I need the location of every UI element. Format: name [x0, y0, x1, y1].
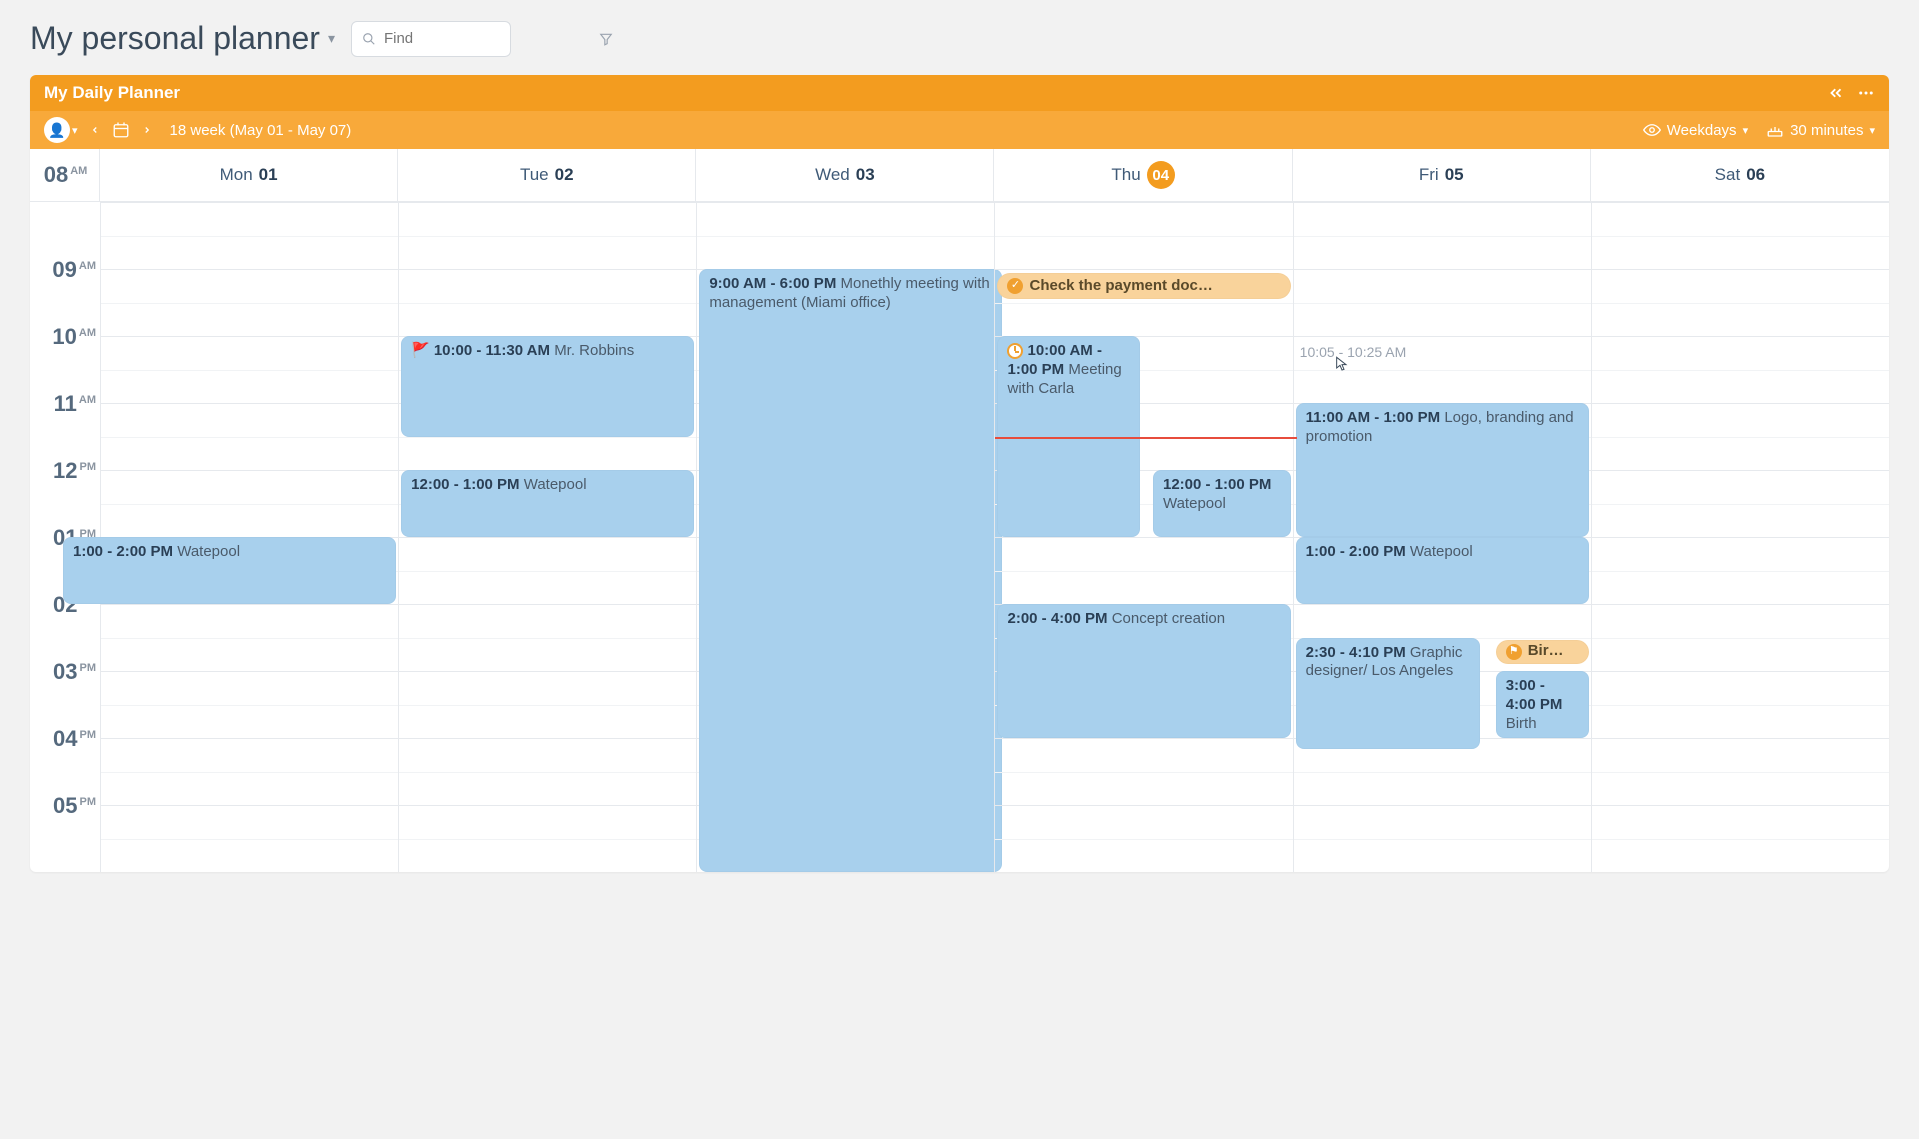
day-header-wed[interactable]: Wed 03: [696, 149, 994, 201]
prev-week-button[interactable]: [86, 123, 104, 137]
calendar-grid[interactable]: 09AM10AM11AM12PM01PM02PM03PM04PM05PM 1:0…: [30, 202, 1889, 872]
chevron-down-icon: ▾: [72, 124, 78, 137]
avatar: 👤: [44, 117, 70, 143]
event-fri-logo[interactable]: 11:00 AM - 1:00 PM Logo, branding and pr…: [1296, 403, 1589, 537]
day-col-fri[interactable]: 10:05 - 10:25 AM 11:00 AM - 1:00 PM Logo,…: [1293, 202, 1591, 872]
event-thu-concept[interactable]: 2:00 - 4:00 PM Concept creation: [997, 604, 1290, 738]
day-col-thu[interactable]: ✓Check the payment doc…10:00 AM - 1:00 P…: [994, 202, 1292, 872]
time-label: 09AM: [52, 257, 94, 283]
interval-label: 30 minutes: [1790, 122, 1863, 139]
time-label: 05PM: [53, 793, 94, 819]
day-header-tue[interactable]: Tue 02: [398, 149, 696, 201]
calendar-icon[interactable]: [112, 121, 130, 139]
time-label: 03PM: [53, 659, 94, 685]
event-fri-watepool[interactable]: 1:00 - 2:00 PM Watepool: [1296, 537, 1589, 604]
event-thu-check-payment[interactable]: ✓Check the payment doc…: [997, 273, 1290, 299]
check-icon: ✓: [1007, 278, 1023, 294]
more-icon[interactable]: [1857, 84, 1875, 102]
day-col-wed[interactable]: 9:00 AM - 6:00 PM Monethly meeting with …: [696, 202, 994, 872]
day-col-sat[interactable]: [1591, 202, 1889, 872]
chevron-down-icon: ▾: [1743, 124, 1749, 137]
search-icon: [362, 32, 376, 46]
filter-icon[interactable]: [599, 32, 613, 46]
page-title: My personal planner ▾: [30, 20, 335, 57]
day-header-mon[interactable]: Mon 01: [100, 149, 398, 201]
chevron-down-icon: ▾: [1869, 124, 1875, 137]
time-col-header: 08AM: [30, 149, 100, 201]
next-week-button[interactable]: [138, 123, 156, 137]
current-time-indicator: [995, 437, 1296, 439]
day-col-mon[interactable]: 1:00 - 2:00 PM Watepool: [100, 202, 398, 872]
clock-icon: [1007, 343, 1023, 359]
event-sat-birthday-pill[interactable]: ⚑Bir…: [1496, 640, 1589, 664]
event-fri-designer[interactable]: 2:30 - 4:10 PM Graphic designer/ Los Ang…: [1296, 638, 1480, 750]
day-header-sat[interactable]: Sat 06: [1591, 149, 1889, 201]
cursor-icon: [1334, 354, 1350, 370]
day-header-thu[interactable]: Thu 04: [994, 149, 1292, 201]
search-input[interactable]: [384, 30, 583, 47]
user-selector[interactable]: 👤 ▾: [44, 117, 78, 143]
day-col-tue[interactable]: 🚩10:00 - 11:30 AM Mr. Robbins 12:00 - 1:0…: [398, 202, 696, 872]
planner-panel: My Daily Planner 👤 ▾ 18 week: [30, 75, 1889, 872]
period-label: 18 week (May 01 - May 07): [170, 122, 352, 139]
find-box[interactable]: [351, 21, 511, 57]
drag-ghost-label: 10:05 - 10:25 AM: [1300, 344, 1407, 360]
time-label: 11AM: [54, 391, 94, 417]
page-title-text: My personal planner: [30, 20, 320, 57]
today-badge: 04: [1147, 161, 1175, 189]
panel-header: My Daily Planner: [30, 75, 1889, 111]
flag-icon: ⚑: [1506, 644, 1522, 660]
event-sat-birthday[interactable]: 3:00 - 4:00 PM Birth: [1496, 671, 1589, 738]
time-label: 10AM: [52, 324, 94, 350]
panel-title: My Daily Planner: [44, 83, 180, 103]
interval-selector[interactable]: 30 minutes ▾: [1766, 121, 1875, 139]
sub-header: 👤 ▾ 18 week (May 01 - May 07) Weekdays ▾: [30, 111, 1889, 149]
view-mode-selector[interactable]: Weekdays ▾: [1643, 121, 1748, 139]
event-mon-watepool[interactable]: 1:00 - 2:00 PM Watepool: [63, 537, 396, 604]
time-label: 04PM: [53, 726, 94, 752]
ruler-icon: [1766, 121, 1784, 139]
event-wed-meeting[interactable]: 9:00 AM - 6:00 PM Monethly meeting with …: [699, 269, 1002, 872]
view-mode-label: Weekdays: [1667, 122, 1737, 139]
flag-icon: 🚩: [411, 342, 430, 359]
time-label: 12PM: [53, 458, 94, 484]
event-tue-robbins[interactable]: 🚩10:00 - 11:30 AM Mr. Robbins: [401, 336, 694, 437]
event-tue-watepool[interactable]: 12:00 - 1:00 PM Watepool: [401, 470, 694, 537]
calendar: 08AM Mon 01 Tue 02 Wed 03 Thu 04 Fri 05 …: [30, 149, 1889, 872]
title-dropdown-caret[interactable]: ▾: [328, 30, 335, 47]
day-header-row: 08AM Mon 01 Tue 02 Wed 03 Thu 04 Fri 05 …: [30, 149, 1889, 202]
collapse-icon[interactable]: [1827, 84, 1845, 102]
event-thu-watepool[interactable]: 12:00 - 1:00 PM Watepool: [1153, 470, 1291, 537]
eye-icon: [1643, 121, 1661, 139]
day-header-fri[interactable]: Fri 05: [1293, 149, 1591, 201]
